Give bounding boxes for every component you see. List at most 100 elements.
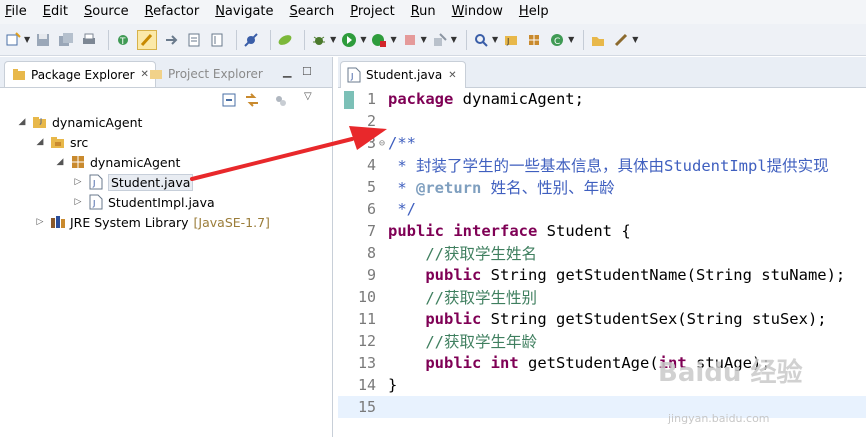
menu-edit[interactable]: Edit: [38, 0, 68, 24]
chevron-down-icon[interactable]: ▼: [451, 35, 457, 44]
tab-student-java[interactable]: J Student.java ✕: [340, 61, 466, 88]
debug-icon[interactable]: [310, 31, 328, 49]
chevron-down-icon[interactable]: ▼: [390, 35, 396, 44]
print-icon[interactable]: [80, 31, 98, 49]
collapse-all-icon[interactable]: [222, 93, 236, 111]
expanded-icon[interactable]: ◢: [16, 117, 28, 127]
tree-item-src[interactable]: ◢ src: [34, 132, 89, 152]
code-line[interactable]: 11 public String getStudentSex(String st…: [338, 308, 866, 330]
menu-project[interactable]: Project: [345, 0, 395, 24]
new-package-icon[interactable]: [525, 31, 543, 49]
expanded-icon[interactable]: ◢: [54, 157, 66, 167]
line-number: 13: [357, 354, 376, 372]
new-class-icon[interactable]: C: [548, 31, 566, 49]
collapsed-icon[interactable]: ▷: [34, 217, 46, 227]
expanded-icon[interactable]: ◢: [34, 137, 46, 147]
tree-item-studentimpl-java[interactable]: ▷ J StudentImpl.java: [72, 192, 215, 212]
menu-window[interactable]: Window: [447, 0, 503, 24]
coverage-icon[interactable]: [370, 31, 388, 49]
package-icon: [70, 154, 86, 170]
toolbar-separator: [465, 29, 467, 50]
collapsed-icon[interactable]: ▷: [72, 197, 84, 207]
tab-label: Project Explorer: [168, 67, 263, 81]
toolbar-separator: [304, 29, 306, 50]
code-line[interactable]: 7 public interface Student {: [338, 220, 866, 242]
tree-item-project[interactable]: ◢ J dynamicAgent: [16, 112, 143, 132]
skip-breakpoints-icon[interactable]: [242, 31, 260, 49]
chevron-down-icon[interactable]: ▼: [632, 35, 638, 44]
stop-icon[interactable]: [401, 31, 419, 49]
menu-search[interactable]: Search: [285, 0, 335, 24]
save-all-icon[interactable]: [57, 31, 75, 49]
code-line[interactable]: 10 //获取学生性别: [338, 286, 866, 308]
menu-navigate[interactable]: Navigate: [210, 0, 273, 24]
toolbar-separator: [236, 29, 238, 50]
code-line[interactable]: 1 package dynamicAgent;: [338, 88, 866, 110]
code-line[interactable]: 8 //获取学生姓名: [338, 242, 866, 264]
close-icon[interactable]: ✕: [448, 70, 456, 81]
tree-item-label: JRE System Library: [70, 214, 189, 230]
code-line[interactable]: 5 * @return 姓名、性别、年龄: [338, 176, 866, 198]
code-token: */: [388, 200, 416, 218]
next-annotation-icon[interactable]: [162, 31, 180, 49]
svg-text:C: C: [554, 37, 560, 47]
open-task-icon[interactable]: [589, 31, 607, 49]
menu-file[interactable]: File: [0, 0, 27, 24]
toggle-mark-occurrences-icon[interactable]: [137, 29, 158, 50]
code-line[interactable]: 15: [338, 396, 866, 418]
code-text: public interface Student {: [388, 222, 631, 240]
tab-label: Package Explorer: [31, 67, 135, 82]
link-with-editor-icon[interactable]: [244, 93, 260, 111]
open-perspective-icon[interactable]: [612, 31, 630, 49]
chevron-down-icon[interactable]: ▼: [360, 35, 366, 44]
tree-item-package[interactable]: ◢ dynamicAgent: [54, 152, 181, 172]
chevron-down-icon[interactable]: ▼: [24, 35, 30, 44]
line-number: 3: [366, 134, 376, 152]
open-type-icon[interactable]: T: [114, 31, 132, 49]
code-line[interactable]: 4 * 封装了学生的一些基本信息，具体由StudentImpl提供实现: [338, 154, 866, 176]
view-menu-icon[interactable]: ▽: [304, 91, 312, 102]
code-token: String getStudentSex(String stuSex);: [481, 310, 827, 328]
code-line[interactable]: 6 */: [338, 198, 866, 220]
filters-icon[interactable]: [274, 94, 288, 112]
code-line[interactable]: 2: [338, 110, 866, 132]
tab-project-explorer[interactable]: Project Explorer: [142, 61, 269, 87]
code-line[interactable]: 9 public String getStudentName(String st…: [338, 264, 866, 286]
code-token: String getStudentName(String stuName);: [481, 266, 846, 284]
line-number: 8: [366, 244, 376, 262]
menu-run[interactable]: Run: [406, 0, 436, 24]
toolbar-separator: [270, 29, 272, 50]
chevron-down-icon[interactable]: ▼: [421, 35, 427, 44]
run-icon[interactable]: [340, 31, 358, 49]
menu-bar: File Edit Source Refactor Navigate Searc…: [0, 0, 866, 24]
main-toolbar: ▼ T ▼ ▼ ▼ ▼ ▼ ▼ J C ▼ ▼: [0, 24, 866, 56]
collapsed-icon[interactable]: ▷: [72, 177, 84, 187]
chevron-down-icon[interactable]: ▼: [568, 35, 574, 44]
tab-package-explorer[interactable]: Package Explorer ✕: [4, 61, 156, 87]
new-java-project-icon[interactable]: J: [502, 31, 520, 49]
maximize-icon[interactable]: ☐: [302, 65, 312, 78]
java-file-icon: J: [88, 174, 104, 190]
menu-refactor[interactable]: Refactor: [140, 0, 200, 24]
code-text: //获取学生年龄: [388, 330, 537, 352]
line-number: 6: [366, 200, 376, 218]
new-icon[interactable]: [4, 31, 22, 49]
save-icon[interactable]: [34, 31, 52, 49]
menu-source[interactable]: Source: [79, 0, 129, 24]
external-tools-icon[interactable]: [431, 31, 449, 49]
code-line[interactable]: 3 ⊖/**: [338, 132, 866, 154]
minimize-icon[interactable]: ▁: [283, 65, 291, 78]
tree-item-student-java[interactable]: ▷ J Student.java: [72, 172, 194, 192]
spring-icon[interactable]: [276, 31, 294, 49]
previous-annotation-icon[interactable]: [185, 31, 203, 49]
code-line[interactable]: 12 //获取学生年龄: [338, 330, 866, 352]
tree-item-jre-library[interactable]: ▷ JRE System Library [JavaSE-1.7]: [34, 212, 270, 232]
chevron-down-icon[interactable]: ▼: [330, 35, 336, 44]
fold-toggle-icon[interactable]: ⊖: [376, 138, 388, 149]
pin-editor-icon[interactable]: [208, 31, 226, 49]
search-icon[interactable]: [472, 31, 490, 49]
menu-help[interactable]: Help: [514, 0, 549, 24]
chevron-down-icon[interactable]: ▼: [492, 35, 498, 44]
